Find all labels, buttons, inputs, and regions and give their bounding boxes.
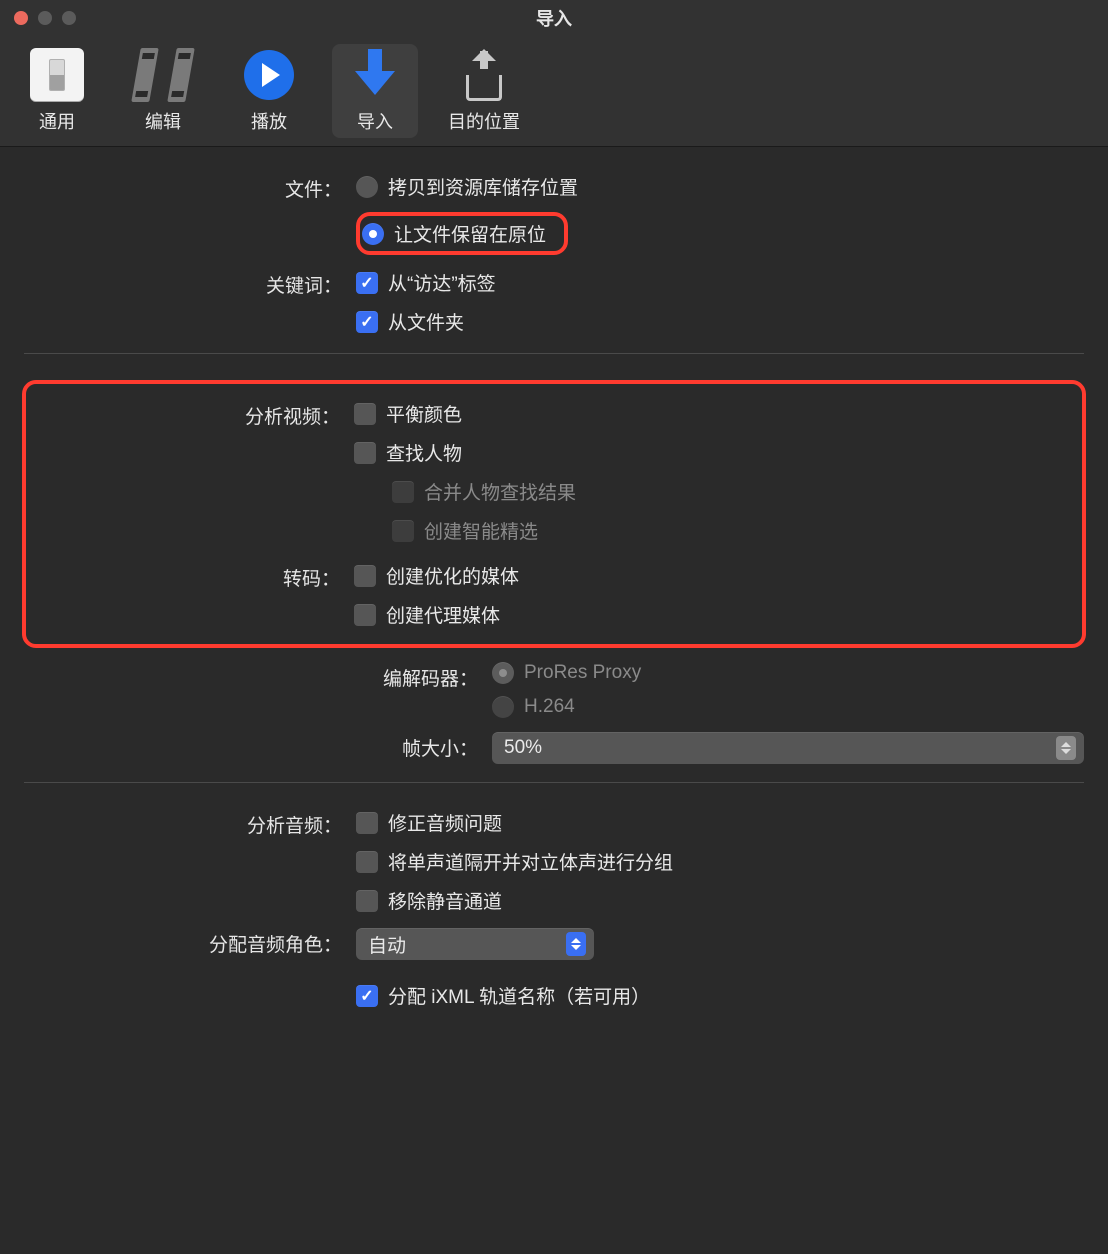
checkbox-separate-mono[interactable]	[356, 851, 378, 873]
checkbox-fix-audio[interactable]	[356, 812, 378, 834]
checkbox-create-smart-collections-label: 创建智能精选	[424, 517, 538, 544]
checkbox-find-people[interactable]	[354, 442, 376, 464]
checkbox-separate-mono-label: 将单声道隔开并对立体声进行分组	[388, 848, 673, 875]
assign-audio-role-label: 分配音频角色：	[24, 928, 356, 957]
titlebar: 导入	[0, 0, 1108, 36]
checkbox-balance-color-label: 平衡颜色	[386, 400, 462, 427]
checkbox-consolidate-people	[392, 481, 414, 503]
filmstrip-icon	[136, 48, 190, 102]
keywords-label: 关键词：	[24, 269, 356, 298]
radio-copy-to-library-label: 拷贝到资源库储存位置	[388, 173, 578, 200]
assign-audio-role-select[interactable]: 自动	[356, 928, 594, 960]
separator	[24, 782, 1084, 783]
checkbox-finder-tags[interactable]	[356, 272, 378, 294]
frame-size-value: 50%	[504, 737, 542, 759]
transcode-label: 转码：	[44, 562, 354, 591]
checkbox-consolidate-people-label: 合并人物查找结果	[424, 478, 576, 505]
analyze-audio-label: 分析音频：	[24, 809, 356, 838]
stepper-icon	[1056, 736, 1076, 760]
codec-label: 编解码器：	[24, 662, 492, 691]
checkbox-assign-ixml-label: 分配 iXML 轨道名称（若可用）	[388, 982, 650, 1009]
checkbox-find-people-label: 查找人物	[386, 439, 462, 466]
preferences-toolbar: 通用 编辑 播放 导入 目的位置	[0, 36, 1108, 147]
tab-import[interactable]: 导入	[332, 44, 418, 138]
tab-general[interactable]: 通用	[14, 44, 100, 138]
checkbox-remove-silent-label: 移除静音通道	[388, 887, 502, 914]
radio-prores-proxy	[492, 662, 514, 684]
stepper-icon	[566, 932, 586, 956]
checkbox-create-proxy[interactable]	[354, 604, 376, 626]
checkbox-remove-silent[interactable]	[356, 890, 378, 912]
download-arrow-icon	[355, 49, 395, 101]
tab-general-label: 通用	[39, 108, 75, 134]
radio-h264	[492, 696, 514, 718]
checkbox-balance-color[interactable]	[354, 403, 376, 425]
checkbox-create-smart-collections	[392, 520, 414, 542]
tab-import-label: 导入	[357, 108, 393, 134]
assign-audio-role-value: 自动	[368, 931, 406, 958]
switch-icon	[30, 48, 84, 102]
separator	[24, 353, 1084, 354]
radio-leave-in-place-label: 让文件保留在原位	[394, 220, 546, 247]
import-settings-content: 文件： 拷贝到资源库储存位置 让文件保留在原位 关键词： 从“访达”标签	[0, 147, 1108, 1063]
radio-prores-proxy-label: ProRes Proxy	[524, 662, 641, 684]
tab-destinations[interactable]: 目的位置	[438, 44, 530, 138]
checkbox-fix-audio-label: 修正音频问题	[388, 809, 502, 836]
checkbox-create-optimized-label: 创建优化的媒体	[386, 562, 519, 589]
window-title: 导入	[0, 5, 1108, 31]
tab-playback-label: 播放	[251, 108, 287, 134]
files-label: 文件：	[24, 173, 356, 202]
frame-size-select[interactable]: 50%	[492, 732, 1084, 764]
tab-editing[interactable]: 编辑	[120, 44, 206, 138]
checkbox-assign-ixml[interactable]	[356, 985, 378, 1007]
tab-destinations-label: 目的位置	[448, 108, 520, 134]
highlight-analyze-transcode: 分析视频： 平衡颜色 查找人物 合并人物查找结果	[22, 380, 1086, 648]
share-icon	[462, 49, 506, 101]
play-circle-icon	[244, 50, 294, 100]
tab-editing-label: 编辑	[145, 108, 181, 134]
checkbox-from-folders-label: 从文件夹	[388, 308, 464, 335]
highlight-leave-in-place: 让文件保留在原位	[356, 212, 568, 255]
radio-leave-in-place[interactable]	[362, 223, 384, 245]
checkbox-finder-tags-label: 从“访达”标签	[388, 269, 496, 296]
radio-h264-label: H.264	[524, 696, 575, 718]
checkbox-create-proxy-label: 创建代理媒体	[386, 601, 500, 628]
tab-playback[interactable]: 播放	[226, 44, 312, 138]
radio-copy-to-library[interactable]	[356, 176, 378, 198]
checkbox-from-folders[interactable]	[356, 311, 378, 333]
frame-size-label: 帧大小：	[24, 732, 492, 761]
checkbox-create-optimized[interactable]	[354, 565, 376, 587]
analyze-video-label: 分析视频：	[44, 400, 354, 429]
